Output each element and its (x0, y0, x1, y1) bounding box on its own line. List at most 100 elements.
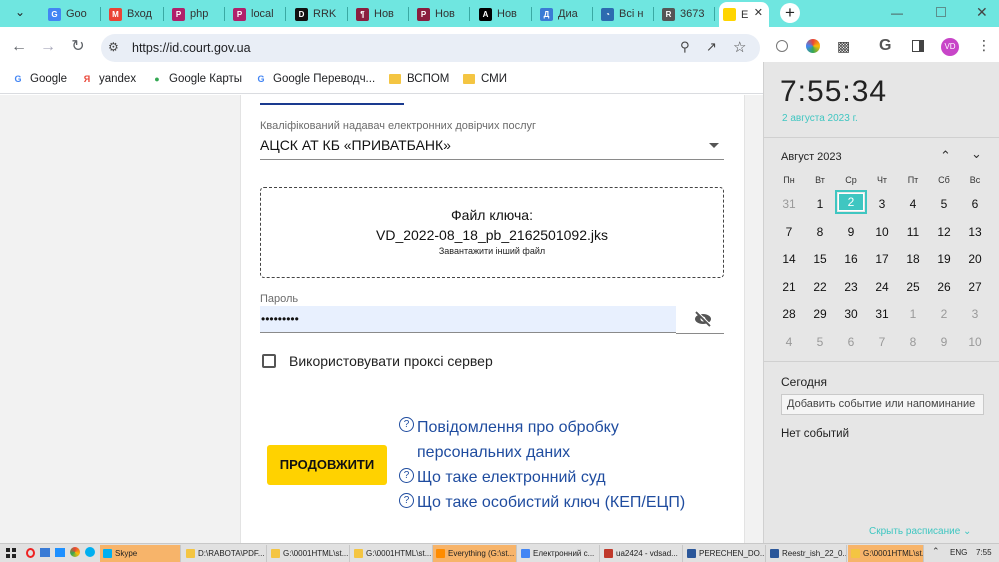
taskbar-item[interactable]: G:\0001HTML\st... (268, 545, 350, 562)
taskbar-clock[interactable]: 7:55 (976, 548, 992, 557)
password-field[interactable]: ••••••••• (260, 306, 676, 333)
upload-another-link[interactable]: Завантажити інший файл (261, 246, 723, 256)
globe-icon[interactable] (776, 40, 788, 52)
calendar-day[interactable]: 4 (776, 335, 802, 349)
calendar-day[interactable]: 3 (869, 197, 895, 211)
bookmark-item[interactable]: G Google Переводч... (255, 73, 375, 85)
calendar-day[interactable]: 27 (962, 280, 988, 294)
calendar-day[interactable]: 7 (869, 335, 895, 349)
calendar-day[interactable]: 22 (807, 280, 833, 294)
proxy-checkbox[interactable] (262, 354, 276, 368)
tab[interactable]: G Goo (44, 3, 101, 25)
calendar-day[interactable]: 12 (931, 225, 957, 239)
language-indicator[interactable]: ENG (950, 548, 967, 557)
tab[interactable]: P Нов (413, 3, 470, 25)
tab[interactable]: Plocal (229, 3, 286, 25)
privacy-link-line1[interactable]: Повідомлення про обробку (417, 419, 619, 437)
taskbar-item[interactable]: Skype (100, 545, 181, 562)
tab[interactable]: ¶ Нов (352, 3, 409, 25)
start-icon[interactable] (6, 548, 16, 558)
taskbar-item[interactable]: PERECHEN_DO... (684, 545, 766, 562)
taskbar-item[interactable]: Електронний с... (518, 545, 600, 562)
hide-schedule-link[interactable]: Скрыть расписание ⌄ (869, 526, 971, 537)
bookmark-item[interactable]: ● Google Карты (151, 73, 242, 85)
calendar-day[interactable]: 26 (931, 280, 957, 294)
calendar-day[interactable]: 7 (776, 225, 802, 239)
site-info-icon[interactable]: ⚙ (108, 40, 119, 54)
new-tab-button[interactable]: + (780, 3, 800, 23)
tab[interactable]: D RRK (291, 3, 348, 25)
calendar-day[interactable]: 2 (931, 307, 957, 321)
extensions-icon[interactable]: ▩ (837, 38, 850, 55)
taskbar-item[interactable]: G:\0001HTML\st... (848, 545, 924, 562)
calendar-day[interactable]: 1 (900, 307, 926, 321)
provider-select[interactable]: АЦСК АТ КБ «ПРИВАТБАНК» (260, 137, 724, 160)
calendar-day[interactable]: 25 (900, 280, 926, 294)
tab-search-button[interactable]: ⌄ (8, 5, 32, 23)
clock-date[interactable]: 2 августа 2023 г. (782, 113, 858, 124)
calendar-day[interactable]: 10 (962, 335, 988, 349)
calendar-day[interactable]: 15 (807, 252, 833, 266)
calendar-day[interactable]: 8 (807, 225, 833, 239)
continue-button[interactable]: ПРОДОВЖИТИ (267, 445, 387, 485)
sidepanel-icon[interactable] (912, 40, 924, 52)
avatar[interactable]: VD (941, 38, 959, 56)
calendar-day[interactable]: 9 (931, 335, 957, 349)
google-icon[interactable]: G (879, 37, 891, 55)
tray-chevron-icon[interactable]: ⌃ (932, 546, 940, 557)
taskbar-item[interactable]: Everything (G:\st... (433, 545, 517, 562)
calendar-day[interactable]: 31 (869, 307, 895, 321)
calendar-day[interactable]: 1 (807, 197, 833, 211)
bookmark-item[interactable]: Яyandex (81, 73, 136, 85)
calendar-day[interactable]: 16 (838, 252, 864, 266)
calendar-day[interactable]: 28 (776, 307, 802, 321)
tab[interactable]: R 3673 (658, 3, 715, 25)
close-window-icon[interactable]: ✕ (976, 4, 988, 21)
mail-icon[interactable] (55, 548, 65, 557)
minimize-icon[interactable]: — (891, 6, 905, 20)
explorer-icon[interactable] (40, 548, 50, 557)
calendar-day[interactable]: 31 (776, 197, 802, 211)
calendar-day[interactable]: 29 (807, 307, 833, 321)
calendar-day[interactable]: 14 (776, 252, 802, 266)
privacy-link-line2[interactable]: персональних даних (417, 444, 570, 462)
calendar-day[interactable]: 6 (838, 335, 864, 349)
chevron-down-icon[interactable]: ⌄ (971, 146, 982, 162)
calendar-day[interactable]: 18 (900, 252, 926, 266)
calendar-month[interactable]: Август 2023 (781, 151, 842, 163)
reload-icon[interactable]: ↻ (68, 39, 88, 55)
taskbar-item[interactable]: D:\RABOTA\PDF... (183, 545, 267, 562)
calendar-day[interactable]: 3 (962, 307, 988, 321)
calendar-day[interactable]: 4 (900, 197, 926, 211)
add-event-input[interactable]: Добавить событие или напоминание (781, 394, 984, 415)
bookmark-star-icon[interactable]: ☆ (733, 38, 746, 56)
tab[interactable]: Pphp (168, 3, 225, 25)
taskbar-item[interactable]: Reestr_ish_22_0... (767, 545, 847, 562)
tab[interactable]: A Нов (475, 3, 532, 25)
calendar-day[interactable]: 21 (776, 280, 802, 294)
key-file-dropzone[interactable]: Файл ключа: VD_2022-08_18_pb_2162501092.… (260, 187, 724, 278)
private-key-link[interactable]: Що таке особистий ключ (КЕП/ЕЦП) (417, 494, 685, 512)
chrome-icon[interactable] (70, 547, 80, 557)
bookmark-item[interactable]: СМИ (463, 73, 507, 85)
key-icon[interactable]: ⚲ (680, 39, 690, 55)
calendar-day[interactable]: 2 (835, 190, 867, 214)
calendar-day[interactable]: 9 (838, 225, 864, 239)
color-picker-icon[interactable] (806, 39, 820, 53)
tab[interactable]: M Вход (105, 3, 164, 25)
url-text[interactable]: https://id.court.gov.ua (132, 41, 251, 55)
chevron-up-icon[interactable]: ⌃ (940, 148, 951, 164)
tab[interactable]: ◔ Всі н (597, 3, 654, 25)
calendar-day[interactable]: 30 (838, 307, 864, 321)
calendar-day[interactable]: 24 (869, 280, 895, 294)
back-icon[interactable]: ← (9, 39, 29, 55)
calendar-day[interactable]: 6 (962, 197, 988, 211)
forward-icon[interactable]: → (38, 39, 58, 55)
taskbar-item[interactable]: ua2424 - vdsad... (601, 545, 683, 562)
eye-off-icon[interactable] (693, 310, 713, 327)
calendar-day[interactable]: 20 (962, 252, 988, 266)
maximize-icon[interactable] (936, 7, 946, 17)
calendar-day[interactable]: 10 (869, 225, 895, 239)
calendar-day[interactable]: 13 (962, 225, 988, 239)
calendar-day[interactable]: 11 (900, 225, 926, 239)
